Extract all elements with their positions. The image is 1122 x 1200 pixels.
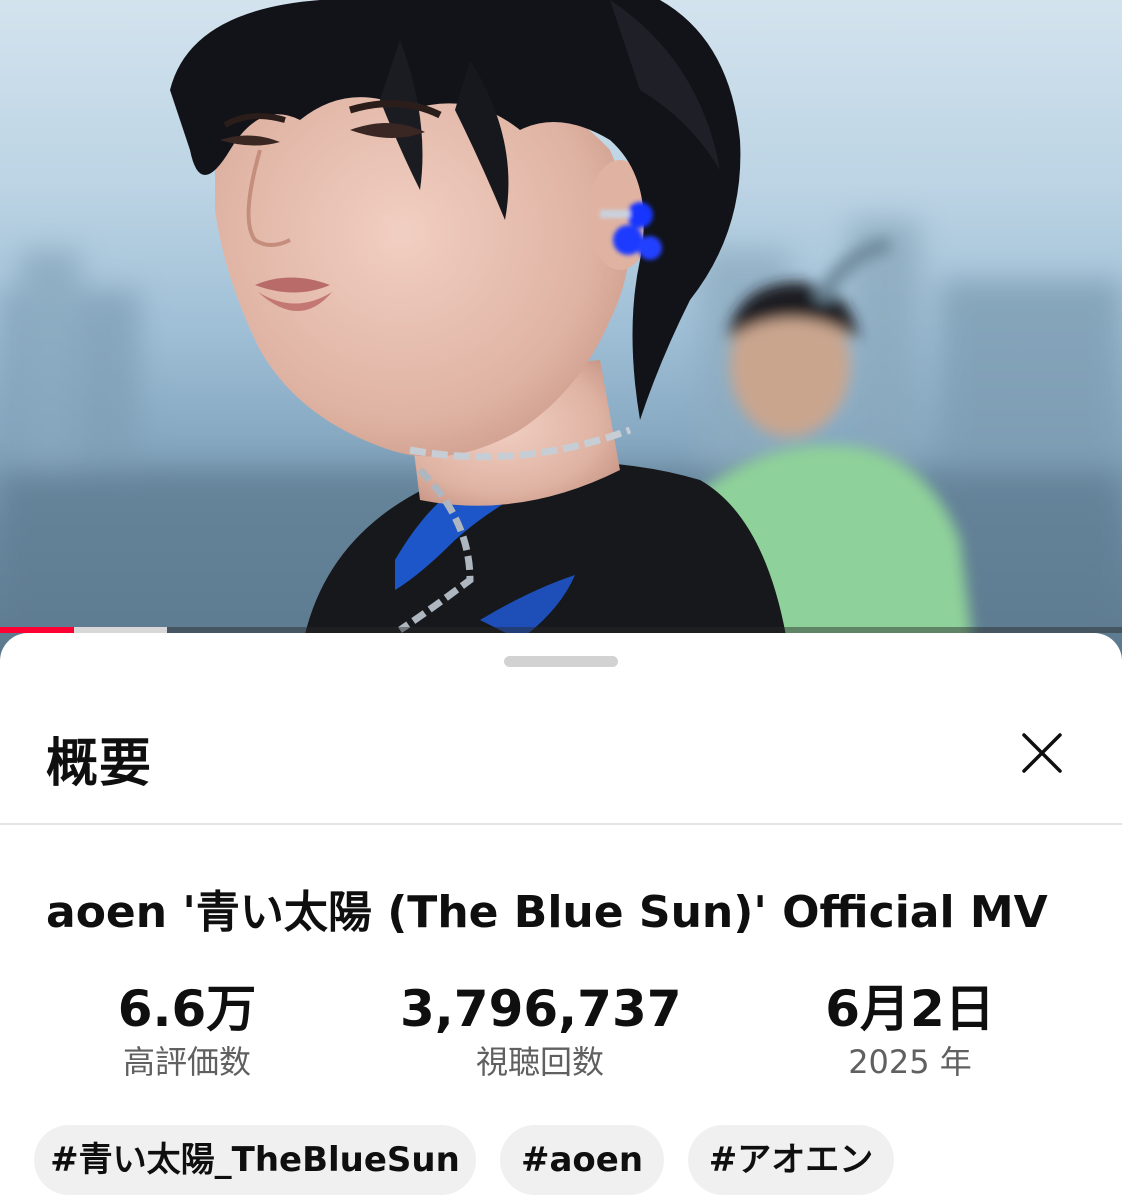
likes-stat: 6.6万 高評価数: [87, 978, 287, 1082]
hashtag-chip[interactable]: #aoen: [500, 1125, 664, 1195]
upload-date-stat: 6月2日 2025 年: [800, 978, 1020, 1082]
views-count: 3,796,737: [400, 980, 682, 1038]
close-button[interactable]: [1008, 719, 1074, 785]
hashtag-chip[interactable]: #青い太陽_TheBlueSun: [34, 1125, 476, 1195]
header-divider: [0, 823, 1122, 825]
video-player[interactable]: [0, 0, 1122, 660]
video-frame-image: [0, 0, 1122, 660]
close-icon: [1022, 733, 1062, 773]
likes-label: 高評価数: [122, 1043, 251, 1081]
hashtag-chip[interactable]: #アオエン: [688, 1125, 894, 1195]
panel-title: 概要: [46, 734, 153, 794]
youtube-description-screen: 概要 aoen '青い太陽 (The Blue Sun)' Official M…: [0, 0, 1122, 1200]
description-panel: 概要 aoen '青い太陽 (The Blue Sun)' Official M…: [0, 633, 1122, 1200]
upload-date: 6月2日: [825, 980, 995, 1038]
upload-year: 2025 年: [848, 1043, 972, 1081]
drag-handle[interactable]: [504, 656, 618, 667]
video-stats: 6.6万 高評価数 3,796,737 視聴回数 6月2日 2025 年: [0, 978, 1122, 1088]
views-label: 視聴回数: [475, 1043, 604, 1081]
views-stat: 3,796,737 視聴回数: [400, 978, 682, 1082]
likes-count: 6.6万: [117, 980, 257, 1038]
video-title: aoen '青い太陽 (The Blue Sun)' Official MV: [46, 887, 1048, 938]
panel-header: 概要: [0, 693, 1122, 823]
